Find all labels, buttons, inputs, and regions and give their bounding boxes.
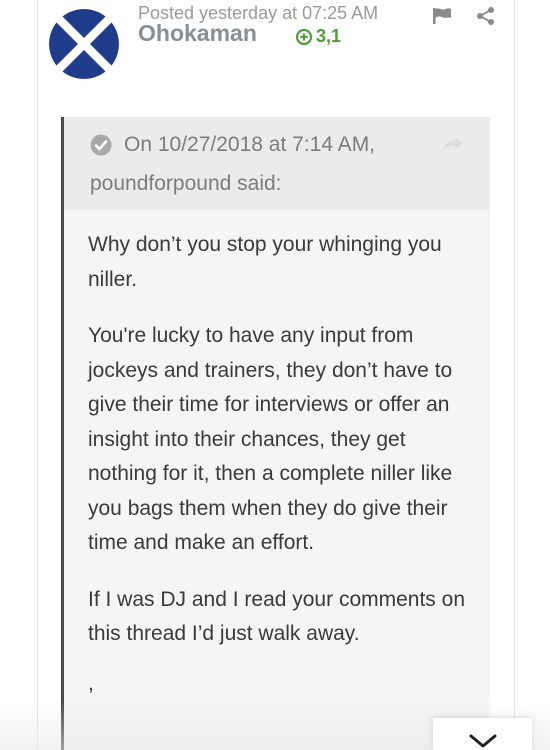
quote-content: Why don’t you stop your whinging you nil…: [64, 210, 490, 694]
reputation-badge: 3,1: [296, 26, 341, 47]
quote-said-label: said:: [231, 172, 282, 195]
quote-paragraph: Why don’t you stop your whinging you nil…: [88, 233, 442, 291]
quote-trailing-text: ,: [88, 671, 94, 695]
quote-paragraph: If I was DJ and I read your comments on …: [88, 587, 465, 646]
quote-paragraph: You're lucky to have any input from jock…: [88, 324, 453, 554]
post-actions: [432, 6, 496, 26]
quote-header: On 10/27/2018 at 7:14 AM, poundforpound …: [64, 117, 490, 210]
quote-block: On 10/27/2018 at 7:14 AM, poundforpound …: [61, 117, 490, 750]
author-name-link[interactable]: Ohokaman: [138, 20, 257, 47]
quote-date-link[interactable]: On 10/27/2018 at 7:14 AM,: [124, 133, 375, 157]
collapse-button[interactable]: [433, 718, 532, 750]
quote-author-link[interactable]: poundforpound: [90, 172, 231, 195]
share-icon[interactable]: [476, 6, 496, 26]
quote-attribution: poundforpound said:: [90, 172, 490, 196]
saltire-flag-avatar-icon: [49, 9, 119, 79]
avatar[interactable]: [49, 9, 119, 79]
check-circle-icon: [90, 134, 112, 156]
chevron-down-icon: [469, 734, 497, 748]
report-flag-icon[interactable]: [432, 7, 454, 25]
reputation-count: 3,1: [316, 26, 342, 46]
go-to-quote-icon[interactable]: [442, 136, 464, 152]
plus-circle-icon: [296, 28, 312, 45]
